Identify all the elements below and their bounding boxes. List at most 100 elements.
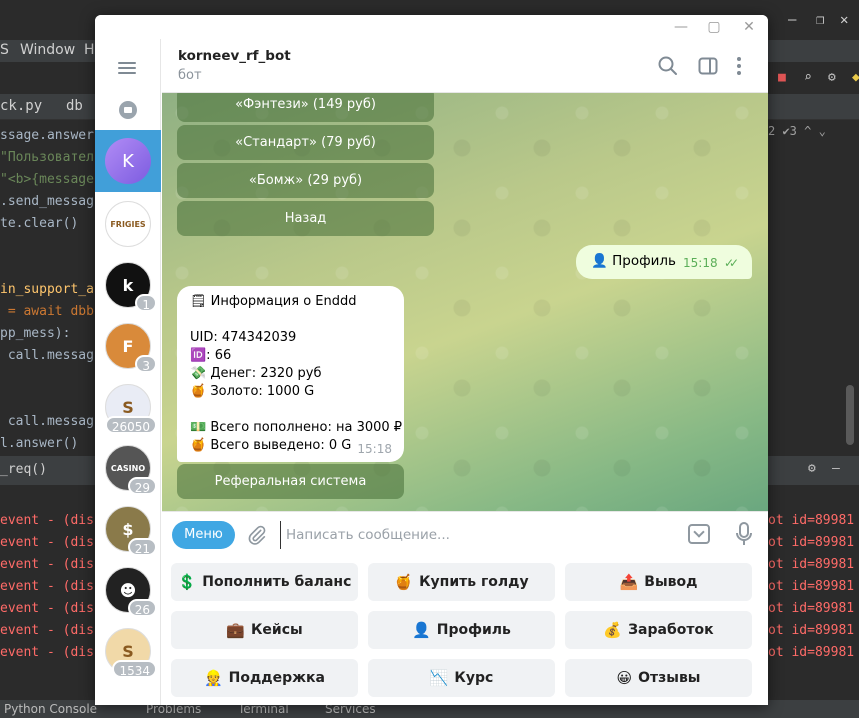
unread-badge: 3 (135, 355, 157, 373)
code-line: in_support_a (0, 282, 94, 297)
composer: Меню (162, 511, 768, 557)
minimize-icon[interactable]: — (788, 12, 796, 28)
code-line: .send_messag (0, 194, 94, 209)
keyboard-button[interactable]: 👤 Профиль (368, 611, 555, 649)
log-line-right: ot id=89981 (768, 645, 855, 660)
inline-button-fantasy[interactable]: «Фэнтези» (149 руб) (177, 93, 434, 122)
ide-tab[interactable]: ck.py (0, 98, 42, 114)
profile-uid: UID: 474342039 (190, 330, 297, 345)
ide-menu-item[interactable]: S (0, 42, 9, 58)
keyboard-button[interactable]: 😀 Отзывы (565, 659, 752, 697)
inline-button-back[interactable]: Назад (177, 201, 434, 236)
keyboard-button[interactable]: 🍯 Купить голду (368, 563, 555, 601)
chat-item-money-chat[interactable]: $21 (105, 506, 157, 556)
log-line: event - (dis (0, 623, 94, 638)
keyboard-button[interactable]: 👷 Поддержка (171, 659, 358, 697)
message-time: 15:18 (683, 256, 718, 270)
keyboard-button[interactable]: 📉 Курс (368, 659, 555, 697)
search-icon[interactable] (656, 54, 680, 78)
button-label: Заработок (628, 622, 714, 638)
keyboard-toggle-icon[interactable] (688, 524, 710, 544)
button-icon: 🍯 (394, 573, 414, 591)
unread-badge: 26050 (104, 416, 157, 434)
chat-status: бот (178, 68, 202, 83)
chat-header: korneev_rf_bot бот (162, 39, 768, 93)
close-icon[interactable]: ✕ (840, 12, 848, 28)
code-line: te.clear() (0, 216, 79, 231)
button-label: Поддержка (228, 670, 326, 686)
menu-icon[interactable] (116, 59, 140, 77)
chat-sidebar: K FRIGIES k 1 F 3 S 26050 CASINO 29 $21 ☻ 26 S 1534 (95, 39, 161, 705)
telegram-window: — ▢ ✕ K FRIGIES k 1 F 3 S 26050 CASINO 29 $21 ☻ 26 S… (95, 15, 768, 705)
message-area: «Фэнтези» (149 руб) «Стандарт» (79 руб) … (162, 93, 768, 511)
keyboard-button[interactable]: 💲 Пополнить баланс (171, 563, 358, 601)
sidebar-toggle-icon[interactable] (696, 54, 720, 78)
python-icon[interactable]: ◆ (852, 70, 859, 85)
incoming-message[interactable]: 🗒 Информация о Enddd UID: 474342039 🆔: 6… (177, 286, 404, 462)
settings-icon[interactable]: ⚙ (808, 461, 816, 476)
inline-button-standard[interactable]: «Стандарт» (79 руб) (177, 125, 434, 160)
chat-item-s-gold-chat[interactable]: S 1534 (105, 628, 157, 678)
microphone-icon[interactable] (734, 521, 754, 547)
code-line: "<b>{message (0, 172, 94, 187)
button-label: Курс (454, 670, 494, 686)
button-icon: 📤 (619, 573, 639, 591)
avatar: K (105, 138, 151, 184)
attach-icon[interactable] (246, 524, 268, 546)
chat-item-active[interactable]: K (95, 130, 161, 192)
referral-button[interactable]: Реферальная система (177, 464, 404, 499)
unread-badge: 26 (127, 599, 157, 617)
log-line: event - (dis (0, 601, 94, 616)
log-line-right: ot id=89981 (768, 513, 855, 528)
ide-menu-window[interactable]: Window (20, 42, 75, 58)
keyboard-button[interactable]: 💼 Кейсы (171, 611, 358, 649)
chat-item-s-chat[interactable]: S 26050 (104, 384, 157, 434)
maximize-icon[interactable]: ▢ (702, 17, 726, 37)
unread-badge: 1 (135, 294, 157, 312)
chat-item-frigies[interactable]: FRIGIES (105, 201, 151, 247)
close-icon[interactable]: ✕ (737, 17, 761, 37)
message-input[interactable] (280, 521, 680, 549)
ide-scrollbar[interactable] (846, 385, 854, 445)
bot-menu-button[interactable]: Меню (172, 521, 235, 549)
inline-button-bomzh[interactable]: «Бомж» (29 руб) (177, 163, 434, 198)
button-label: Кейсы (250, 622, 303, 638)
code-line: = await dbb (0, 304, 94, 319)
unread-badge: 29 (127, 477, 157, 495)
run-title: _req() (0, 462, 47, 477)
button-icon: 💼 (226, 621, 245, 639)
chat-item-mask-chat[interactable]: ☻ 26 (105, 567, 157, 617)
chat-item-k-chat[interactable]: k1 (105, 262, 157, 312)
minimize-icon[interactable]: — (669, 17, 693, 37)
code-line: "Пользовател (0, 150, 94, 165)
minimize-panel-icon[interactable]: — (832, 461, 840, 476)
ide-tab[interactable]: db (66, 98, 83, 114)
profile-id: 🆔: 66 (190, 348, 232, 363)
profile-title: 🗒 Информация о Enddd (190, 294, 357, 309)
profile-money: 💸 Денег: 2320 руб (190, 366, 322, 381)
archive-icon[interactable] (119, 101, 137, 119)
ide-inspection-info: 2 ✔3 ^ ⌄ (768, 124, 826, 138)
more-icon[interactable] (727, 54, 751, 78)
log-line-right: ot id=89981 (768, 601, 855, 616)
stop-icon[interactable]: ■ (778, 70, 786, 85)
code-line: ssage.answer( (0, 128, 102, 143)
message-text: 👤 Профиль (591, 253, 676, 269)
button-label: Вывод (644, 574, 698, 590)
restore-icon[interactable]: ❐ (816, 12, 824, 28)
outgoing-message[interactable]: 👤 Профиль 15:18 ✓✓ (576, 245, 752, 279)
search-icon[interactable]: ⌕ (804, 70, 812, 85)
profile-gold: 🍯 Золото: 1000 G (190, 384, 315, 399)
button-icon: 👷 (203, 669, 223, 687)
button-icon: 😀 (616, 669, 633, 687)
chat-title[interactable]: korneev_rf_bot (178, 48, 291, 64)
chat-item-casino-chat[interactable]: CASINO 29 (105, 445, 157, 495)
button-label: Профиль (436, 622, 511, 638)
log-line-right: ot id=89981 (768, 579, 855, 594)
chat-item-f-chat[interactable]: F3 (105, 323, 157, 373)
keyboard-button[interactable]: 💰 Заработок (565, 611, 752, 649)
settings-icon[interactable]: ⚙ (828, 70, 836, 85)
keyboard-button[interactable]: 📤 Вывод (565, 563, 752, 601)
python-console-tab[interactable]: Python Console (4, 702, 97, 716)
code-line: l.answer() (0, 436, 79, 451)
